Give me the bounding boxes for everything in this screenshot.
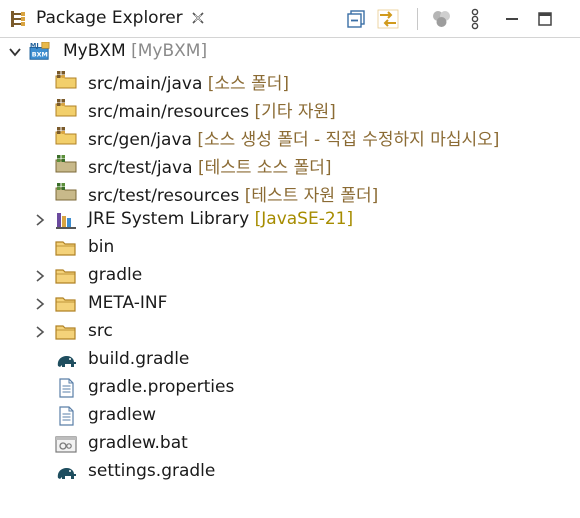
chevron-right-icon[interactable] <box>33 213 47 227</box>
view-toolbar <box>347 0 580 37</box>
tree-item-file[interactable]: gradle.properties <box>0 374 580 402</box>
tree-item-file[interactable]: gradlew <box>0 402 580 430</box>
tree-item-label: JRE System Library <box>88 209 250 229</box>
link-with-editor-icon <box>377 9 399 29</box>
test-package-folder-icon <box>55 183 77 201</box>
tree-item-folder[interactable]: bin <box>0 234 580 262</box>
chevron-down-icon[interactable] <box>8 45 22 59</box>
folder-icon <box>55 241 76 256</box>
filters-button[interactable] <box>430 7 454 31</box>
close-icon[interactable] <box>191 11 205 25</box>
batch-file-icon <box>55 436 77 453</box>
chevron-right-icon[interactable] <box>33 269 47 283</box>
folder-icon <box>55 325 76 340</box>
tree-item-label: gradle <box>88 265 143 285</box>
tree-item-label: MyBXM <box>63 41 126 61</box>
tree-item-label: src/gen/java <box>88 130 192 150</box>
view-menu-button[interactable] <box>463 7 487 31</box>
tree-item-label: gradlew <box>88 405 157 425</box>
tree-item-test-folder[interactable]: src/test/java [테스트 소스 폴더] <box>0 150 580 178</box>
tree-item-folder[interactable]: gradle <box>0 262 580 290</box>
text-file-icon <box>59 406 74 426</box>
tree-item-decoration: [테스트 소스 폴더] <box>197 158 332 178</box>
collapse-all-button[interactable] <box>344 7 368 31</box>
gradle-elephant-icon <box>57 356 76 367</box>
chevron-right-icon[interactable] <box>33 325 47 339</box>
minimize-button[interactable] <box>500 7 524 31</box>
svg-text:MJ: MJ <box>30 42 39 49</box>
tree-item-label: gradle.properties <box>88 377 235 397</box>
bxm-project-icon: BXM MJ <box>29 42 50 60</box>
library-icon <box>56 213 76 229</box>
tree-item-source-folder[interactable]: src/main/java [소스 폴더] <box>0 66 580 94</box>
tree-item-decoration: [테스트 자원 폴더] <box>244 186 379 206</box>
text-file-icon <box>59 378 74 398</box>
tree-item-label: src/main/resources <box>88 102 250 122</box>
package-explorer-icon <box>11 11 25 27</box>
test-package-folder-icon <box>55 155 77 173</box>
tree-item-label: META-INF <box>88 293 168 313</box>
toolbar-separator <box>417 8 418 30</box>
tree-item-source-folder[interactable]: src/gen/java [소스 생성 폴더 - 직접 수정하지 마십시오] <box>0 122 580 150</box>
tree-item-test-folder[interactable]: src/test/resources [테스트 자원 폴더] <box>0 178 580 206</box>
package-folder-icon <box>55 127 77 145</box>
package-explorer-tab[interactable]: Package Explorer <box>0 0 214 37</box>
view-title: Package Explorer <box>36 8 183 28</box>
tree-item-decoration: [소스 폴더] <box>207 74 290 94</box>
chevron-right-icon[interactable] <box>33 297 47 311</box>
tree-item-file[interactable]: settings.gradle <box>0 458 580 486</box>
tree-item-library[interactable]: JRE System Library [JavaSE-21] <box>0 206 580 234</box>
view-header: Package Explorer <box>0 0 580 38</box>
folder-icon <box>55 269 76 284</box>
tree-item-label: src/test/resources <box>88 186 240 206</box>
package-explorer-view: Package Explorer BXM MJ MyBXM [MyBXM] sr… <box>0 0 580 518</box>
view-menu-icon <box>471 8 479 30</box>
tree-item-decoration: [MyBXM] <box>131 41 208 61</box>
tree-item-source-folder[interactable]: src/main/resources [기타 자원] <box>0 94 580 122</box>
tree-item-label: src/test/java <box>88 158 193 178</box>
package-folder-icon <box>55 71 77 89</box>
tree-item-label: settings.gradle <box>88 461 216 481</box>
filters-icon <box>433 11 450 27</box>
folder-icon <box>55 297 76 312</box>
svg-text:BXM: BXM <box>32 52 48 59</box>
tree-item-folder[interactable]: META-INF <box>0 290 580 318</box>
tree-item-label: build.gradle <box>88 349 190 369</box>
tree-item-label: src <box>88 321 113 341</box>
minimize-icon <box>506 18 518 20</box>
collapse-all-icon <box>347 10 365 28</box>
maximize-icon <box>538 12 552 26</box>
tree-item-label: bin <box>88 237 115 257</box>
link-with-editor-button[interactable] <box>376 7 400 31</box>
gradle-elephant-icon <box>57 468 76 479</box>
maximize-button[interactable] <box>533 7 557 31</box>
package-folder-icon <box>55 99 77 117</box>
tree-item-file[interactable]: build.gradle <box>0 346 580 374</box>
tree-item-decoration: [기타 자원] <box>254 102 336 122</box>
tree-item-file[interactable]: gradlew.bat <box>0 430 580 458</box>
tree-item-decoration: [소스 생성 폴더 - 직접 수정하지 마십시오] <box>197 130 500 150</box>
tree-item-project[interactable]: BXM MJ MyBXM [MyBXM] <box>0 38 580 66</box>
tree-item-label: src/main/java <box>88 74 203 94</box>
tree-item-label: gradlew.bat <box>88 433 188 453</box>
tree-item-decoration: [JavaSE-21] <box>254 209 354 229</box>
tree-item-folder[interactable]: src <box>0 318 580 346</box>
